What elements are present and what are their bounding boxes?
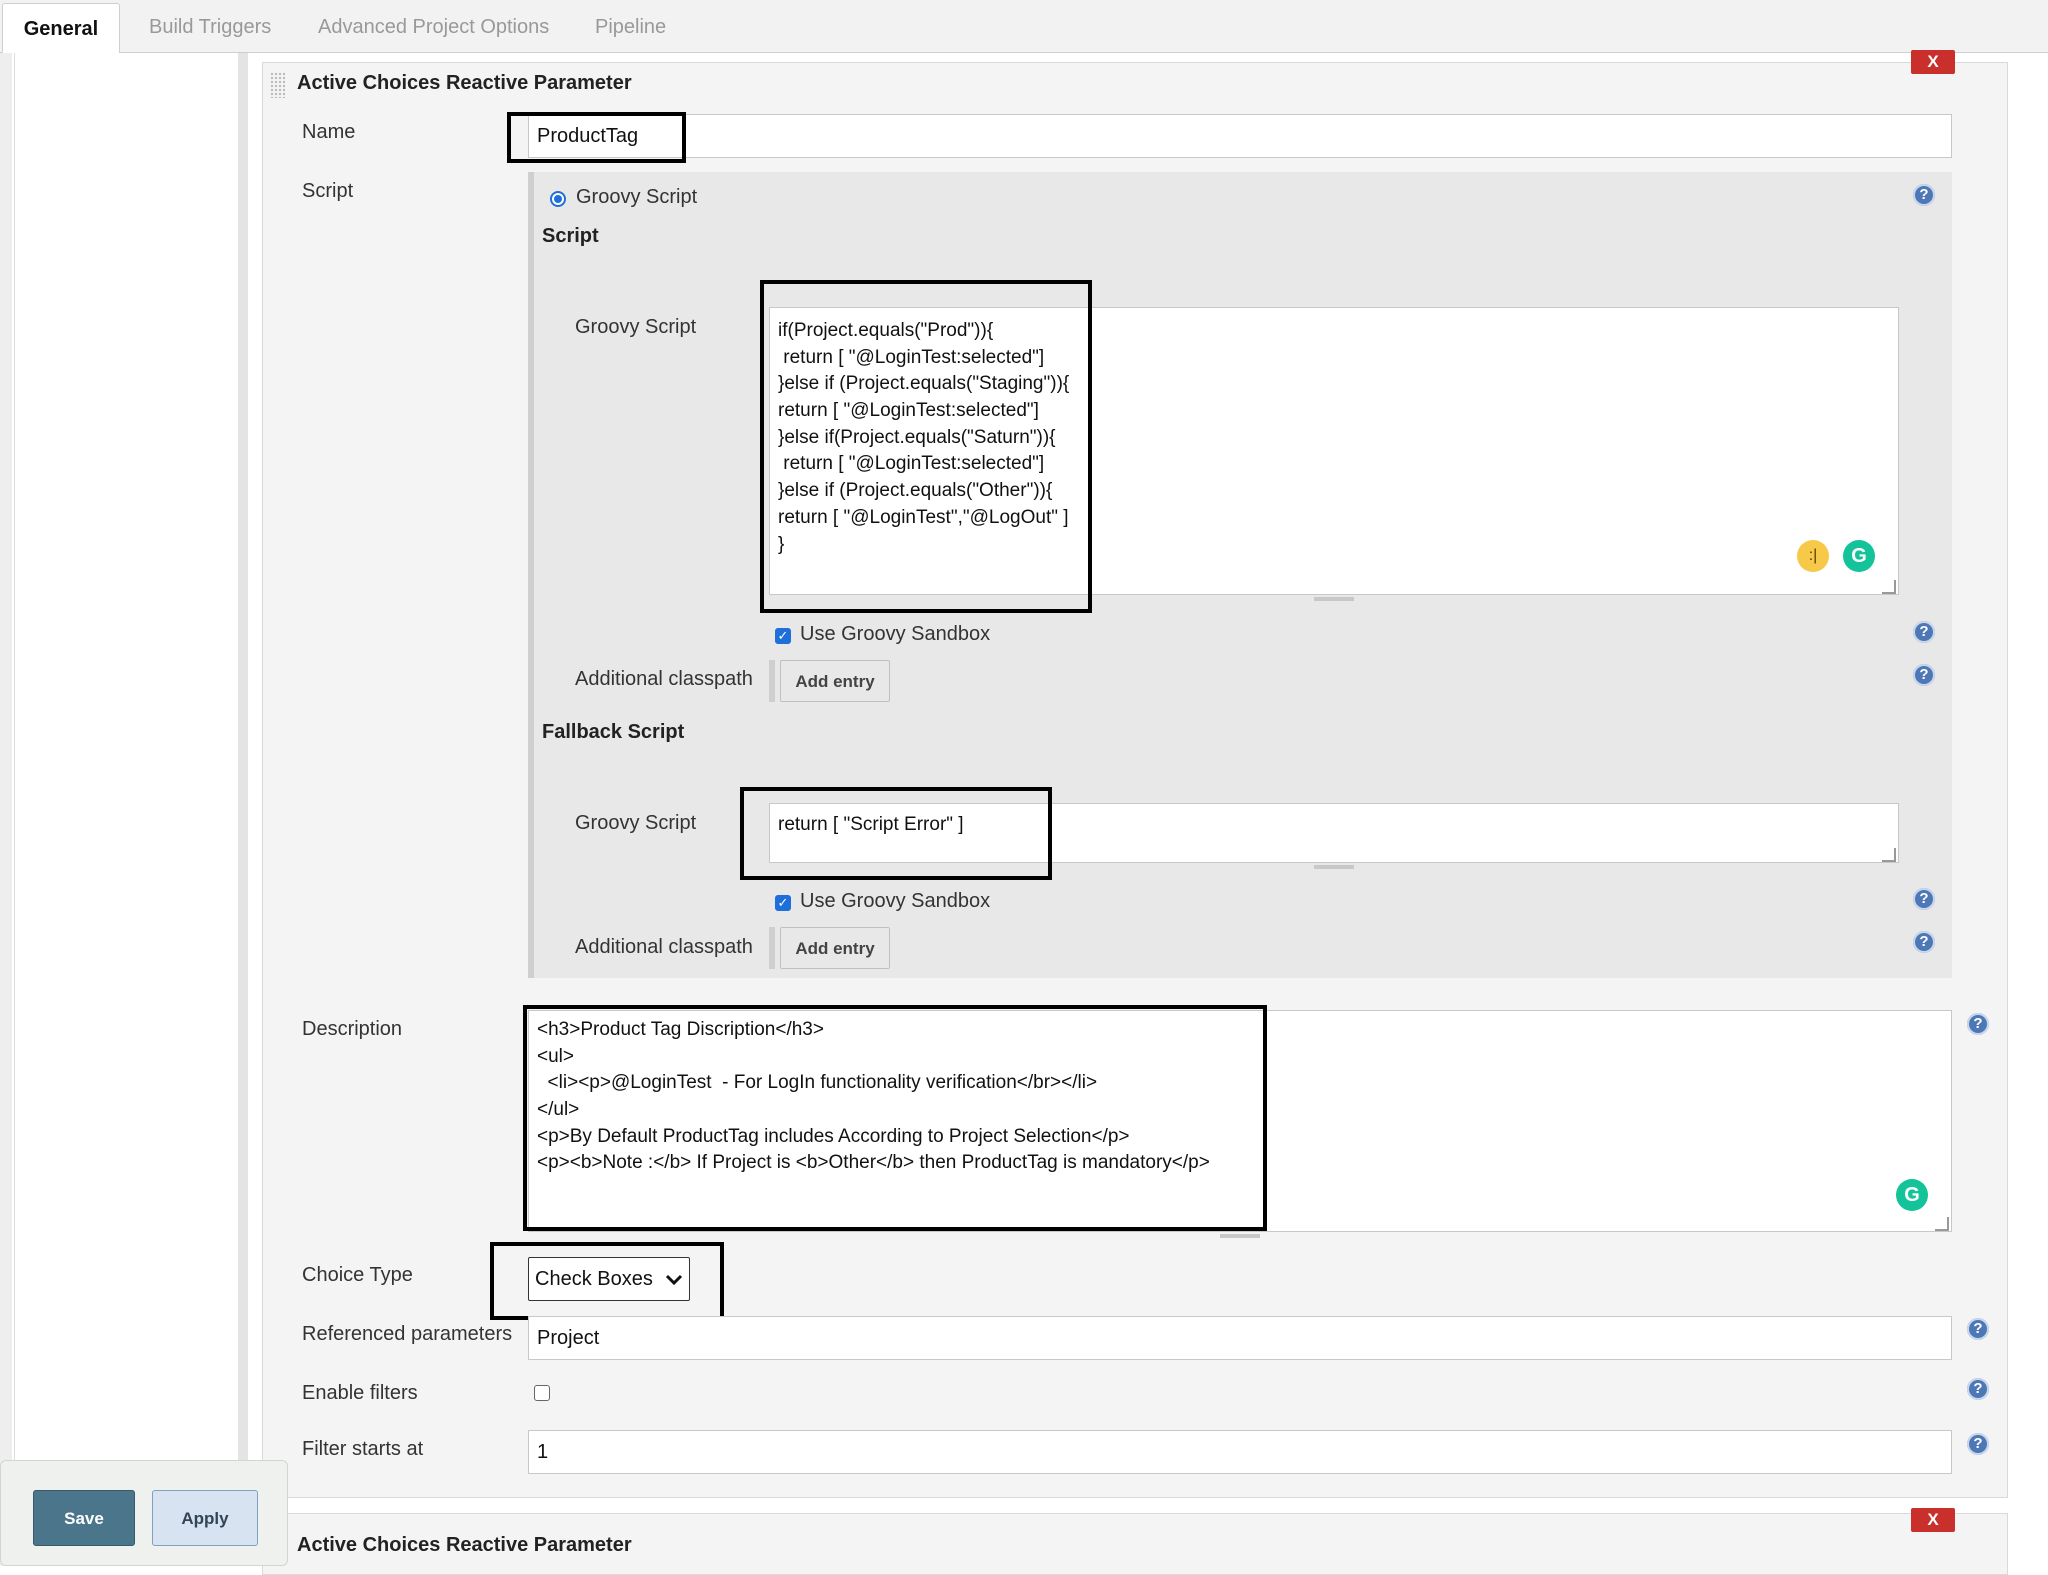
additional-classpath-label: Additional classpath (575, 668, 753, 690)
name-label: Name (302, 121, 356, 143)
help-icon[interactable]: ? (1967, 1013, 1989, 1035)
neutral-face-emoji-icon[interactable]: :| (1797, 540, 1829, 572)
tab-general[interactable]: General (2, 3, 120, 54)
highlight-box-description (523, 1005, 1267, 1231)
fallback-sandbox-checkbox[interactable]: ✓ (775, 895, 791, 911)
help-icon[interactable]: ? (1913, 621, 1935, 643)
drag-handle-icon[interactable] (270, 72, 286, 98)
highlight-box-choice-type (490, 1242, 724, 1320)
textarea-grip[interactable] (1314, 865, 1354, 869)
filter-starts-at-input[interactable]: 1 (528, 1430, 1952, 1474)
fallback-groovy-script-label: Groovy Script (575, 812, 697, 834)
left-divider (238, 53, 248, 1566)
help-icon[interactable]: ? (1967, 1433, 1989, 1455)
classpath-bar (769, 927, 775, 969)
grammarly-icon[interactable]: G (1843, 540, 1875, 572)
classpath-bar (769, 660, 775, 702)
tab-build-triggers[interactable]: Build Triggers (149, 0, 271, 52)
left-pane (14, 53, 240, 1566)
script-section-title: Script (542, 225, 599, 247)
grammarly-icon[interactable]: G (1896, 1179, 1928, 1211)
radio-selected-dot (554, 195, 562, 203)
resize-handle-icon[interactable] (1882, 848, 1896, 862)
help-icon[interactable]: ? (1913, 888, 1935, 910)
filter-starts-at-label: Filter starts at (302, 1438, 424, 1460)
highlight-box-name (507, 112, 686, 163)
tab-bar: General Build Triggers Advanced Project … (0, 0, 2048, 54)
textarea-grip[interactable] (1314, 597, 1354, 601)
highlight-box-script (760, 280, 1092, 613)
help-icon[interactable]: ? (1967, 1318, 1989, 1340)
add-entry-button[interactable]: Add entry (780, 660, 890, 702)
groovy-script-radio[interactable] (550, 191, 566, 207)
referenced-parameters-value: Project (537, 1326, 600, 1349)
parameter-header: Active Choices Reactive Parameter (297, 72, 632, 94)
save-button[interactable]: Save (33, 1490, 135, 1546)
fallback-sandbox-label: Use Groovy Sandbox (800, 890, 991, 912)
delete-parameter-button[interactable]: X (1911, 50, 1955, 74)
referenced-parameters-label: Referenced parameters (302, 1323, 513, 1345)
tab-advanced-project-options[interactable]: Advanced Project Options (318, 0, 549, 52)
help-icon[interactable]: ? (1913, 931, 1935, 953)
help-icon[interactable]: ? (1913, 664, 1935, 686)
referenced-parameters-input[interactable]: Project (528, 1316, 1952, 1360)
delete-parameter-2-button[interactable]: X (1911, 1508, 1955, 1532)
fallback-script-title: Fallback Script (542, 721, 685, 743)
highlight-box-fallback (740, 787, 1052, 880)
resize-handle-icon[interactable] (1935, 1217, 1949, 1231)
fallback-classpath-label: Additional classpath (575, 936, 753, 958)
left-edge (0, 53, 12, 1566)
fallback-add-entry-button[interactable]: Add entry (780, 927, 890, 969)
groovy-script-label: Groovy Script (575, 316, 697, 338)
tab-pipeline[interactable]: Pipeline (595, 0, 666, 52)
name-input[interactable]: ProductTag (528, 114, 1952, 158)
enable-filters-checkbox[interactable] (534, 1385, 550, 1401)
filter-starts-at-value: 1 (537, 1440, 549, 1463)
use-sandbox-label: Use Groovy Sandbox (800, 623, 991, 645)
apply-button[interactable]: Apply (152, 1490, 258, 1546)
script-label: Script (302, 180, 354, 202)
description-label: Description (302, 1018, 403, 1040)
help-icon[interactable]: ? (1913, 184, 1935, 206)
textarea-grip[interactable] (1220, 1234, 1260, 1238)
groovy-script-radio-label: Groovy Script (576, 186, 698, 208)
choice-type-label: Choice Type (302, 1264, 413, 1286)
use-sandbox-checkbox[interactable]: ✓ (775, 628, 791, 644)
resize-handle-icon[interactable] (1882, 580, 1896, 594)
parameter-2-header: Active Choices Reactive Parameter (297, 1534, 632, 1556)
help-icon[interactable]: ? (1967, 1378, 1989, 1400)
enable-filters-label: Enable filters (302, 1382, 418, 1404)
